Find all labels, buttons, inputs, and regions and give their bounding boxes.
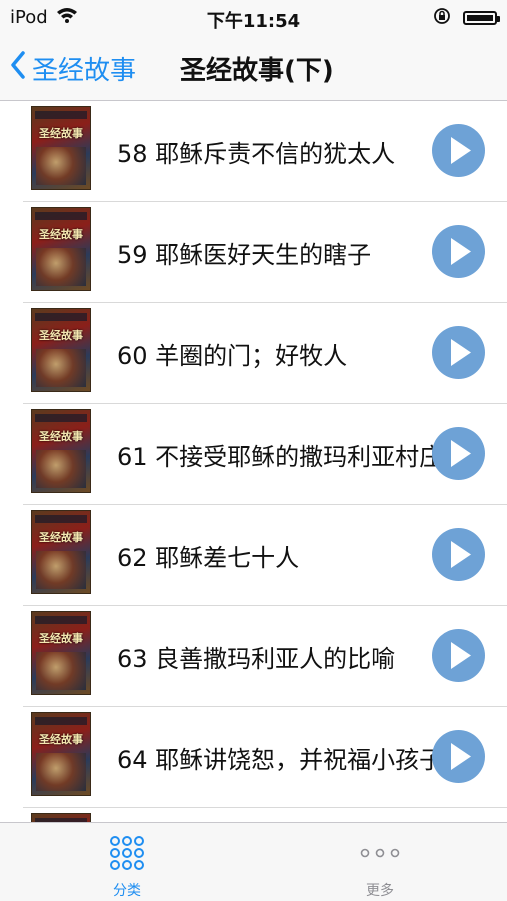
back-label: 圣经故事 [32,55,137,86]
book-cover-image: 圣经故事 [31,510,91,594]
orientation-lock-icon [433,7,451,29]
play-icon [451,541,471,568]
cover-title: 圣经故事 [39,733,83,746]
story-title: 61 不接受耶稣的撒玛利亚村庄 [117,443,444,471]
list-item[interactable]: 圣经故事 [0,808,507,822]
cover-title: 圣经故事 [39,632,83,645]
tab-label: 更多 [366,883,394,899]
play-button[interactable] [432,124,485,177]
list-item[interactable]: 圣经故事 63 良善撒玛利亚人的比喻 [0,606,507,707]
story-title: 64 耶稣讲饶恕，并祝福小孩子 [117,746,444,774]
book-cover-image: 圣经故事 [31,308,91,392]
story-title: 60 羊圈的门；好牧人 [117,342,348,370]
play-icon [451,642,471,669]
more-icon [320,835,440,871]
play-icon [451,137,471,164]
battery-fill [467,15,493,21]
page-title: 圣经故事(下) [180,56,334,86]
list-item[interactable]: 圣经故事 64 耶稣讲饶恕，并祝福小孩子 [0,707,507,808]
cover-title: 圣经故事 [39,531,83,544]
play-button[interactable] [432,528,485,581]
navigation-bar: 圣经故事 圣经故事(下) [0,36,507,101]
play-button[interactable] [432,427,485,480]
story-title: 58 耶稣斥责不信的犹太人 [117,140,396,168]
play-icon [451,440,471,467]
tab-more[interactable]: 更多 [320,823,440,901]
list-item[interactable]: 圣经故事 62 耶稣差七十人 [0,505,507,606]
play-button[interactable] [432,326,485,379]
cover-title: 圣经故事 [39,127,83,140]
story-title: 62 耶稣差七十人 [117,544,300,572]
cover-title: 圣经故事 [39,329,83,342]
play-icon [451,238,471,265]
list-item[interactable]: 圣经故事 58 耶稣斥责不信的犹太人 [0,101,507,202]
status-bar: iPod 下午11:54 [0,0,507,36]
tab-category[interactable]: 分类 [67,823,187,901]
cover-title: 圣经故事 [39,228,83,241]
book-cover-image: 圣经故事 [31,712,91,796]
play-button[interactable] [432,629,485,682]
tab-label: 分类 [113,883,141,899]
story-title: 59 耶稣医好天生的瞎子 [117,241,372,269]
play-icon [451,339,471,366]
tab-bar: 分类 更多 [0,822,507,901]
grid-icon [67,835,187,871]
book-cover-image: 圣经故事 [31,106,91,190]
story-title: 63 良善撒玛利亚人的比喻 [117,645,396,673]
book-cover-image: 圣经故事 [31,813,91,822]
play-button[interactable] [432,730,485,783]
back-button[interactable]: 圣经故事 [10,48,136,88]
play-button[interactable] [432,225,485,278]
battery-icon [463,11,500,25]
book-cover-image: 圣经故事 [31,409,91,493]
cover-title: 圣经故事 [39,430,83,443]
list-item[interactable]: 圣经故事 59 耶稣医好天生的瞎子 [0,202,507,303]
list-item[interactable]: 圣经故事 60 羊圈的门；好牧人 [0,303,507,404]
status-right [433,7,500,29]
status-time: 下午11:54 [206,11,301,32]
chevron-left-icon [10,50,26,86]
book-cover-image: 圣经故事 [31,207,91,291]
play-icon [451,743,471,770]
list-item[interactable]: 圣经故事 61 不接受耶稣的撒玛利亚村庄 [0,404,507,505]
story-list: 圣经故事 58 耶稣斥责不信的犹太人 圣经故事 59 耶稣医好天生的瞎子 圣经故… [0,101,507,822]
book-cover-image: 圣经故事 [31,611,91,695]
